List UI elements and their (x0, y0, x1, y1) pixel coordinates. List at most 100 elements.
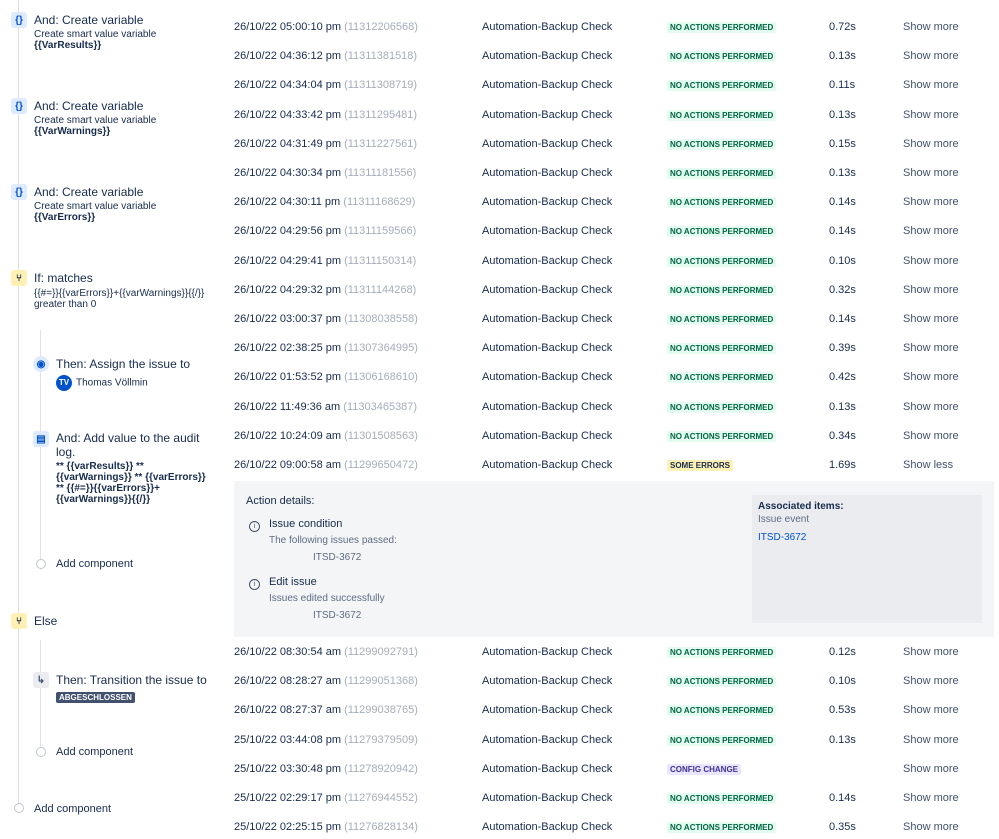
component-title: And: Create variable (34, 185, 144, 199)
show-more-link[interactable]: Show more (903, 196, 959, 208)
row-id: (11303465387) (343, 400, 418, 413)
table-row: 26/10/22 10:24:09 am (11301508563) Automa… (234, 427, 994, 447)
show-more-link[interactable]: Show more (903, 79, 959, 91)
row-status: NO ACTIONS PERFORMED (667, 313, 777, 325)
row-date-text: 26/10/22 04:31:49 pm (234, 137, 342, 150)
assignee: TV Thomas Völlmin (56, 375, 190, 391)
add-component-button[interactable]: Add component (34, 803, 111, 815)
row-rule: Automation-Backup Check (482, 108, 613, 121)
show-more-link[interactable]: Show more (903, 792, 959, 804)
component-title: Then: Assign the issue to (56, 357, 191, 371)
status-lozenge: NO ACTIONS PERFORMED (667, 676, 777, 688)
component-assign-issue[interactable]: Then: Assign the issue to TV Thomas Völlm… (56, 357, 190, 391)
row-date: 26/10/22 09:00:58 am (11299650472) (234, 459, 418, 471)
row-rule: Automation-Backup Check (482, 400, 613, 413)
component-audit-log[interactable]: And: Add value to the audit log. ** {{va… (56, 431, 206, 505)
row-duration: 0.32s (829, 283, 856, 296)
show-more-link[interactable]: Show more (903, 675, 959, 687)
show-more-link[interactable]: Show more (903, 225, 959, 237)
row-status: NO ACTIONS PERFORMED (667, 792, 777, 804)
show-more-link[interactable]: Show more (903, 255, 959, 267)
show-more-link[interactable]: Show more (903, 167, 959, 179)
row-rule: Automation-Backup Check (482, 283, 613, 296)
status-lozenge: NO ACTIONS PERFORMED (667, 197, 777, 209)
show-more-link[interactable]: Show more (903, 821, 959, 833)
show-more-link[interactable]: Show more (903, 21, 959, 33)
row-duration: 0.14s (829, 313, 856, 325)
row-status: NO ACTIONS PERFORMED (667, 371, 777, 384)
show-more-link[interactable]: Show more (903, 342, 959, 354)
detail-title: Issue condition (269, 518, 343, 530)
row-rule: Automation-Backup Check (482, 254, 613, 267)
row-date-text: 26/10/22 04:30:11 pm (234, 196, 341, 209)
show-more-link[interactable]: Show more (903, 50, 959, 62)
component-create-variable-results[interactable]: And: Create variable Create smart value … (34, 13, 156, 51)
table-row: 26/10/22 01:53:52 pm (11306168610) Automa… (234, 368, 994, 388)
row-status: NO ACTIONS PERFORMED (667, 704, 777, 717)
component-else[interactable]: Else (34, 614, 57, 628)
user-icon: ◉ (33, 356, 49, 372)
row-date: 26/10/22 10:24:09 am (11301508563) (234, 430, 418, 442)
component-if-matches[interactable]: If: matches {{#=}}{{varErrors}}+{{varWar… (34, 271, 204, 310)
add-component-dot (36, 559, 46, 569)
component-subtitle: Create smart value variable (34, 201, 157, 212)
show-more-link[interactable]: Show more (903, 138, 959, 150)
add-component-button[interactable]: Add component (56, 746, 133, 758)
show-more-link[interactable]: Show more (903, 763, 959, 775)
row-date-text: 26/10/22 04:30:34 pm (234, 167, 342, 179)
row-date: 26/10/22 01:53:52 pm (11306168610) (234, 371, 418, 383)
row-date-text: 26/10/22 01:53:52 pm (234, 371, 342, 384)
braces-icon: {} (11, 184, 27, 200)
table-row: 26/10/22 05:00:10 pm (11312206568) Automa… (234, 18, 994, 38)
row-id: (11278920942) (344, 762, 418, 775)
row-status: NO ACTIONS PERFORMED (667, 401, 777, 413)
associated-items-subtitle: Issue event (758, 514, 810, 525)
add-component-button[interactable]: Add component (56, 558, 133, 570)
table-row: 26/10/22 08:27:37 am (11299038765) Automa… (234, 701, 994, 721)
component-value: {{VarErrors}} (34, 212, 96, 223)
info-icon: i (249, 521, 260, 532)
table-row: 26/10/22 08:28:27 am (11299051368) Automa… (234, 672, 994, 692)
row-date: 26/10/22 08:27:37 am (11299038765) (234, 704, 418, 716)
row-status: NO ACTIONS PERFORMED (667, 109, 777, 121)
show-more-link[interactable]: Show more (903, 313, 959, 325)
table-row: 26/10/22 04:36:12 pm (11311381518) Automa… (234, 47, 994, 67)
component-value: {{VarResults}} (34, 40, 102, 51)
row-status: NO ACTIONS PERFORMED (667, 79, 777, 92)
component-transition-issue[interactable]: Then: Transition the issue to ABGESCHLOS… (56, 673, 207, 703)
avatar: TV (56, 375, 72, 391)
row-date: 26/10/22 04:30:34 pm (11311181556) (234, 167, 416, 179)
row-id: (11279379509) (344, 733, 418, 746)
show-more-link[interactable]: Show more (903, 284, 959, 296)
show-more-link[interactable]: Show more (903, 430, 959, 442)
row-status: NO ACTIONS PERFORMED (667, 225, 777, 238)
row-status: NO ACTIONS PERFORMED (667, 430, 777, 442)
show-more-link[interactable]: Show more (903, 734, 959, 746)
row-rule: Automation-Backup Check (482, 21, 613, 33)
row-date-text: 25/10/22 02:29:17 pm (234, 792, 342, 804)
audit-value-line: {{varWarnings}}{{/}} (56, 494, 151, 505)
status-lozenge: NO ACTIONS PERFORMED (667, 343, 777, 355)
status-lozenge: NO ACTIONS PERFORMED (667, 80, 777, 92)
show-more-link[interactable]: Show more (903, 109, 959, 121)
show-more-link[interactable]: Show more (903, 371, 959, 383)
show-more-link[interactable]: Show more (903, 646, 959, 658)
table-row: 26/10/22 02:38:25 pm (11307364995) Automa… (234, 339, 994, 359)
show-more-link[interactable]: Show more (903, 704, 959, 716)
show-more-link[interactable]: Show more (903, 401, 959, 413)
row-rule: Automation-Backup Check (482, 167, 613, 179)
row-id: (11311295481) (344, 108, 418, 121)
row-id: (11307364995) (344, 342, 418, 355)
show-more-link[interactable]: Show less (903, 459, 953, 471)
status-lozenge: NO ACTIONS PERFORMED (667, 22, 777, 33)
component-create-variable-errors[interactable]: And: Create variable Create smart value … (34, 185, 156, 223)
component-title: And: Create variable (34, 13, 144, 27)
associated-issue-link[interactable]: ITSD-3672 (758, 532, 806, 543)
component-create-variable-warnings[interactable]: And: Create variable Create smart value … (34, 99, 156, 137)
row-date: 25/10/22 02:25:15 pm (11276828134) (234, 821, 418, 833)
row-rule: Automation-Backup Check (482, 342, 613, 355)
row-id: (11311381518) (344, 50, 418, 63)
component-title-cont: log. (56, 445, 76, 459)
detail-issue-key: ITSD-3672 (313, 552, 362, 563)
row-duration: 0.13s (829, 50, 856, 63)
